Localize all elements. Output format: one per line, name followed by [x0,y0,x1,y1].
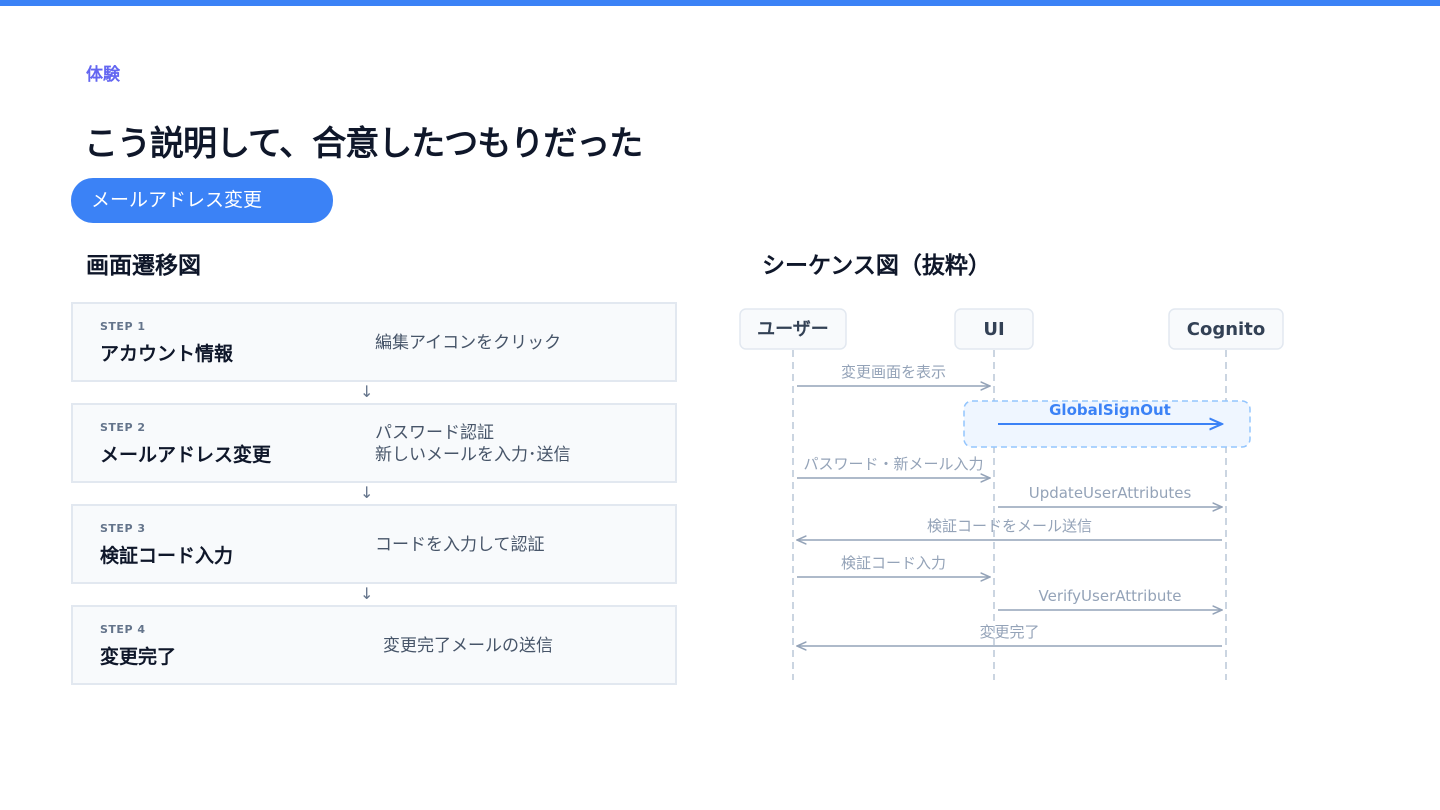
step-title: 変更完了 [100,646,177,668]
page-title: こう説明して、合意したつもりだった [84,124,643,164]
step-title: アカウント情報 [100,343,234,365]
actor-label: ユーザー [757,319,829,340]
sequence-diagram: ユーザー UI Cognito 変更画面を表示 GlobalSignOut パスワード・… [739,308,1284,680]
actor-label: Cognito [1187,319,1265,340]
message-label: UpdateUserAttributes [1029,484,1192,502]
step-label: STEP 4 [100,623,146,636]
step-label: STEP 3 [100,522,146,535]
category-label: 体験 [86,65,120,85]
message-label: 変更画面を表示 [841,363,946,381]
message-label: パスワード・新メール入力 [803,455,983,473]
message-label: 検証コード入力 [841,554,946,572]
down-arrow-icon: ↓ [360,584,374,603]
down-arrow-icon: ↓ [360,483,374,502]
step-card-3: STEP 3 検証コード入力 コードを入力して認証 [71,504,677,584]
step-card-4: STEP 4 変更完了 変更完了メールの送信 [71,605,677,685]
step-description: 変更完了メールの送信 [383,636,553,656]
step-description: 編集アイコンをクリック [375,333,562,353]
message-label: VerifyUserAttribute [1039,587,1182,605]
step-card-1: STEP 1 アカウント情報 編集アイコンをクリック [71,302,677,382]
message-label: 検証コードをメール送信 [927,517,1092,535]
sequence-section-title: シーケンス図（抜粋） [762,253,991,279]
step-card-2: STEP 2 メールアドレス変更 パスワード認証 新しいメールを入力･送信 [71,403,677,483]
flow-section-title: 画面遷移図 [86,253,201,279]
step-title: メールアドレス変更 [100,444,272,466]
step-description: 新しいメールを入力･送信 [375,445,571,465]
step-title: 検証コード入力 [100,545,234,567]
message-label: GlobalSignOut [1049,401,1171,419]
step-label: STEP 2 [100,421,146,434]
topic-tag: メールアドレス変更 [71,178,333,223]
message-label: 変更完了 [979,623,1039,641]
actor-label: UI [983,319,1004,340]
step-description: パスワード認証 [375,423,494,443]
step-label: STEP 1 [100,320,146,333]
step-description: コードを入力して認証 [375,535,545,555]
down-arrow-icon: ↓ [360,382,374,401]
top-accent-bar [0,0,1440,6]
